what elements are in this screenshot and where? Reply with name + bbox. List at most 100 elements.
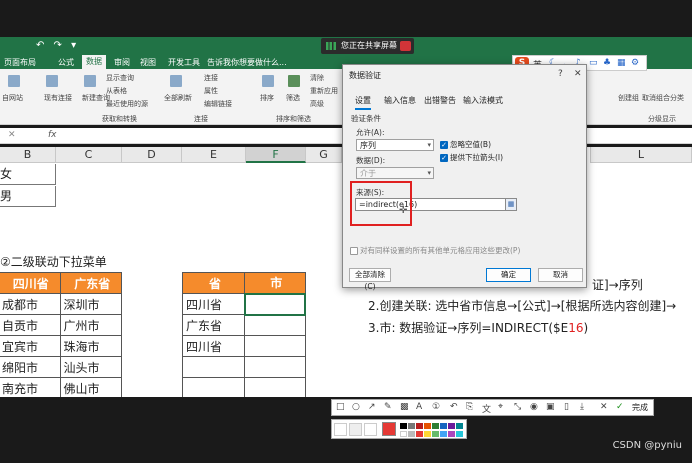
color-swatch[interactable] — [408, 431, 415, 437]
ribbon-existing-connections[interactable]: 现有连接 — [44, 93, 72, 103]
done-button[interactable]: 完成 — [632, 402, 648, 413]
color-swatch[interactable] — [432, 423, 439, 429]
ribbon-recent-sources[interactable]: 最近使用的源 — [106, 99, 148, 109]
table-cell[interactable]: 绵阳市 — [0, 356, 61, 378]
tab-settings[interactable]: 设置 — [355, 95, 371, 110]
color-swatch[interactable] — [408, 423, 415, 429]
color-swatch[interactable] — [424, 423, 431, 429]
expand-icon[interactable]: ⤡ — [514, 402, 521, 412]
color-swatch[interactable] — [456, 431, 463, 437]
ribbon-from-web[interactable]: 自网站 — [2, 93, 23, 103]
ribbon-properties[interactable]: 属性 — [204, 86, 218, 96]
cancel-formula-button[interactable]: ✕ — [8, 130, 16, 140]
settings-icon[interactable]: ⚙ — [631, 58, 639, 68]
cell-b-female[interactable]: 女 — [0, 164, 56, 185]
help-button[interactable]: ? — [558, 69, 563, 79]
download-icon[interactable]: ⤓ — [580, 402, 584, 412]
ribbon-group[interactable]: 创建组 — [618, 93, 639, 103]
ribbon-filter[interactable]: 筛选 — [286, 93, 300, 103]
header-guangdong[interactable]: 广东省 — [59, 272, 122, 294]
tab-review[interactable]: 审阅 — [114, 57, 130, 68]
skin-icon[interactable]: ♣ — [603, 58, 611, 68]
ribbon-refresh-all[interactable]: 全部刷新 — [164, 93, 192, 103]
table-cell[interactable]: 四川省 — [182, 293, 245, 315]
cell-b-male[interactable]: 男 — [0, 186, 56, 207]
clear-all-button[interactable]: 全部清除(C) — [349, 268, 391, 291]
table-cell[interactable]: 宜宾市 — [0, 335, 61, 357]
ribbon-connections[interactable]: 连接 — [204, 73, 218, 83]
cancel-button[interactable]: 取消 — [538, 268, 583, 282]
new-query-icon[interactable] — [84, 75, 96, 87]
column-header-e[interactable]: E — [182, 147, 246, 163]
stop-share-icon[interactable] — [400, 41, 411, 51]
column-header-c[interactable]: C — [56, 147, 122, 163]
header-sichuan[interactable]: 四川省 — [0, 272, 61, 294]
table-cell[interactable]: 汕头市 — [59, 356, 122, 378]
rect-tool-icon[interactable]: □ — [336, 402, 345, 412]
ribbon-clear[interactable]: 清除 — [310, 73, 324, 83]
ellipse-tool-icon[interactable]: ○ — [352, 402, 360, 412]
cancel-snap-icon[interactable]: ✕ — [600, 402, 608, 412]
table-cell[interactable]: 自贡市 — [0, 314, 61, 336]
ok-button[interactable]: 确定 — [486, 268, 531, 282]
color-swatch[interactable] — [448, 431, 455, 437]
ocr-icon[interactable]: ⎘ — [466, 402, 473, 412]
stroke-small[interactable] — [334, 423, 347, 436]
range-select-icon[interactable]: ▦ — [505, 198, 517, 211]
current-color-swatch[interactable] — [382, 422, 396, 436]
save-icon[interactable]: ▯ — [564, 402, 569, 412]
ribbon-show-queries[interactable]: 显示查询 — [106, 73, 134, 83]
ribbon-advanced[interactable]: 高级 — [310, 99, 324, 109]
table-cell[interactable]: 成都市 — [0, 293, 61, 315]
column-header-b[interactable]: B — [0, 147, 56, 163]
stroke-medium[interactable] — [349, 423, 362, 436]
table-cell[interactable]: 南充市 — [0, 377, 61, 397]
apply-all-checkbox[interactable]: 对有同样设置的所有其他单元格应用这些更改(P) — [350, 245, 520, 256]
table-cell[interactable]: 佛山市 — [59, 377, 122, 397]
ribbon-from-table[interactable]: 从表格 — [106, 86, 127, 96]
table-cell[interactable] — [182, 377, 245, 397]
keyboard-icon[interactable]: ▭ — [589, 58, 598, 68]
tab-data[interactable]: 数据 — [82, 55, 106, 69]
undo-icon[interactable]: ↶ — [450, 402, 458, 412]
web-import-icon[interactable] — [8, 75, 20, 87]
arrow-tool-icon[interactable]: ↗ — [368, 402, 376, 412]
text-tool-icon[interactable]: A — [416, 402, 422, 412]
color-swatch[interactable] — [448, 423, 455, 429]
column-header-f[interactable]: F — [246, 147, 306, 163]
color-swatch[interactable] — [456, 423, 463, 429]
color-swatch[interactable] — [432, 431, 439, 437]
active-cell-f16[interactable] — [243, 292, 306, 316]
mosaic-tool-icon[interactable]: ▩ — [400, 402, 409, 412]
table-cell[interactable]: 珠海市 — [59, 335, 122, 357]
color-swatch[interactable] — [440, 423, 447, 429]
table-cell[interactable] — [244, 377, 306, 397]
tell-me-search[interactable]: 告诉我你想要做什么... — [207, 57, 287, 68]
existing-connections-icon[interactable] — [46, 75, 58, 87]
image-icon[interactable]: ▣ — [546, 402, 555, 412]
table-cell[interactable] — [244, 335, 306, 357]
allow-select[interactable]: 序列 ▾ — [356, 139, 434, 151]
dropdown-checkbox[interactable]: ✓ 提供下拉箭头(I) — [440, 152, 503, 163]
color-swatch[interactable] — [400, 431, 407, 437]
close-icon[interactable]: ✕ — [574, 69, 582, 79]
table-cell[interactable]: 广州市 — [59, 314, 122, 336]
header-province[interactable]: 省 — [182, 272, 245, 294]
color-swatch[interactable] — [440, 431, 447, 437]
confirm-icon[interactable]: ✓ — [616, 402, 624, 412]
translate-icon[interactable]: 文 — [482, 402, 491, 415]
tab-input-message[interactable]: 输入信息 — [384, 95, 416, 106]
sort-icon[interactable] — [262, 75, 274, 87]
ribbon-sort[interactable]: 排序 — [260, 93, 274, 103]
refresh-all-icon[interactable] — [170, 75, 182, 87]
table-cell[interactable]: 深圳市 — [59, 293, 122, 315]
quick-access-toolbar[interactable]: ↶ ↷ ▾ — [36, 40, 79, 51]
table-cell[interactable]: 四川省 — [182, 335, 245, 357]
tab-formulas[interactable]: 公式 — [58, 57, 74, 68]
pin-icon[interactable]: ⌖ — [498, 402, 503, 412]
ribbon-reapply[interactable]: 重新应用 — [310, 86, 338, 96]
record-icon[interactable]: ◉ — [530, 402, 538, 412]
pen-tool-icon[interactable]: ✎ — [384, 402, 392, 412]
column-header-g[interactable]: G — [306, 147, 342, 163]
tab-ime-mode[interactable]: 输入法模式 — [463, 95, 503, 106]
